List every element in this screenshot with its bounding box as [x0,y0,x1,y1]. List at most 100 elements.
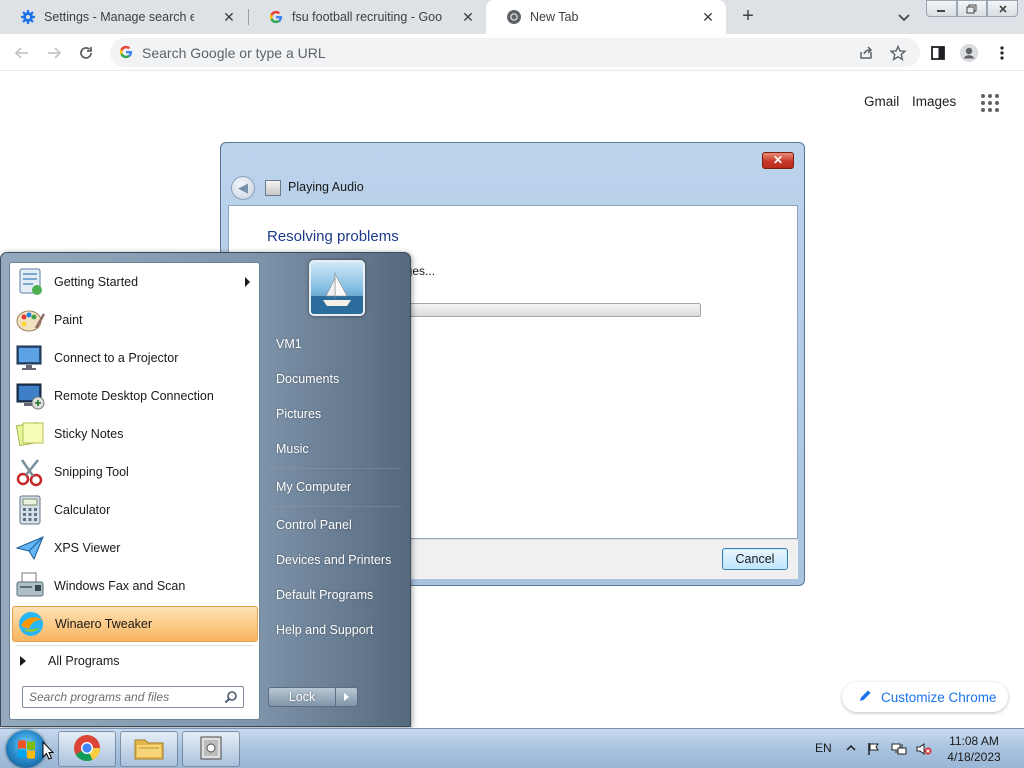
documents-link[interactable]: Documents [276,372,339,386]
shutdown-options-arrow-icon[interactable] [336,687,358,707]
images-link[interactable]: Images [912,94,956,109]
system-clock[interactable]: 11:08 AM 4/18/2023 [940,733,1008,765]
volume-muted-icon[interactable] [916,742,932,756]
taskbar-explorer-button[interactable] [120,731,178,767]
pictures-link[interactable]: Pictures [276,407,321,421]
tab-new-tab[interactable]: New Tab ✕ [486,0,726,34]
address-input[interactable] [142,42,842,63]
lock-button-group: Lock [268,687,358,707]
profile-avatar-icon[interactable] [959,43,979,63]
back-arrow-icon[interactable] [12,43,32,63]
clock-time: 11:08 AM [949,734,999,748]
tab-search-results[interactable]: fsu football recruiting - Google S ✕ [248,0,486,34]
program-label: Windows Fax and Scan [54,579,186,593]
close-tab-icon[interactable]: ✕ [221,9,237,25]
help-support-link[interactable]: Help and Support [276,623,373,637]
program-label: Winaero Tweaker [55,617,153,631]
pencil-icon [858,689,872,706]
program-label: Paint [54,313,83,327]
default-programs-link[interactable]: Default Programs [276,588,373,602]
gear-icon [20,9,36,25]
window-controls [926,0,1019,18]
google-apps-icon[interactable] [981,94,999,112]
google-icon [119,45,135,61]
minimize-button[interactable] [926,0,957,17]
program-getting-started[interactable]: Getting Started [12,264,258,300]
divider [16,645,254,646]
calculator-icon [14,494,46,526]
program-label: XPS Viewer [54,541,121,555]
customize-chrome-button[interactable]: Customize Chrome [842,682,1008,712]
program-label: Snipping Tool [54,465,129,479]
chrome-menu-icon[interactable] [992,43,1012,63]
troubleshooter-icon [265,180,281,196]
lock-button[interactable]: Lock [268,687,336,707]
cancel-button[interactable]: Cancel [722,548,788,570]
xps-viewer-icon [14,532,46,564]
control-panel-link[interactable]: Control Panel [276,518,352,532]
snipping-tool-icon [14,456,46,488]
program-remote-desktop[interactable]: Remote Desktop Connection [12,378,258,414]
program-xps-viewer[interactable]: XPS Viewer [12,530,258,566]
reload-icon[interactable] [76,43,96,63]
program-sticky-notes[interactable]: Sticky Notes [12,416,258,452]
close-tab-icon[interactable]: ✕ [460,9,476,25]
divider [269,468,401,469]
network-icon[interactable] [891,742,907,756]
browser-toolbar [0,34,1024,71]
mouse-cursor-icon [42,740,55,760]
sticky-notes-icon [14,418,46,450]
program-winaero-tweaker[interactable]: Winaero Tweaker [12,606,258,642]
fax-scan-icon [14,570,46,602]
program-label: Calculator [54,503,111,517]
program-connect-projector[interactable]: Connect to a Projector [12,340,258,376]
program-paint[interactable]: Paint [12,302,258,338]
search-icon[interactable] [224,690,238,704]
bookmark-star-icon[interactable] [888,43,908,63]
start-search-box[interactable] [22,686,244,708]
devices-printers-link[interactable]: Devices and Printers [276,553,391,567]
gmail-link[interactable]: Gmail [864,94,899,109]
action-center-flag-icon[interactable] [866,742,882,756]
program-snipping-tool[interactable]: Snipping Tool [12,454,258,490]
omnibox[interactable] [110,38,920,67]
chrome-icon [72,733,102,766]
start-menu: Getting Started Paint Connect to a Proje… [0,252,411,727]
my-computer-link[interactable]: My Computer [276,480,351,494]
close-tab-icon[interactable]: ✕ [700,9,716,25]
start-orb-windows-icon[interactable] [6,730,46,768]
google-icon [268,9,284,25]
restore-button[interactable] [956,0,988,17]
troubleshooter-icon [197,734,225,765]
submenu-arrow-icon [245,277,250,287]
expand-arrow-icon [20,656,26,666]
music-link[interactable]: Music [276,442,309,456]
language-indicator[interactable]: EN [815,741,832,755]
back-arrow-icon[interactable]: ◀ [231,176,255,200]
tab-settings[interactable]: Settings - Manage search engine ✕ [0,0,247,34]
dialog-title: Playing Audio [288,180,364,194]
user-account-picture[interactable] [309,260,365,316]
customize-chrome-label: Customize Chrome [881,689,997,705]
taskbar-troubleshooter-button[interactable] [182,731,240,767]
search-input[interactable] [29,689,219,705]
program-calculator[interactable]: Calculator [12,492,258,528]
program-label: Getting Started [54,275,139,289]
share-icon[interactable] [856,43,876,63]
chrome-icon [506,9,522,25]
dialog-heading: Resolving problems [267,228,399,245]
getting-started-icon [14,266,46,298]
new-tab-button[interactable]: + [738,6,758,27]
program-fax-scan[interactable]: Windows Fax and Scan [12,568,258,604]
tab-strip: Settings - Manage search engine ✕ fsu fo… [0,0,1024,34]
all-programs-label: All Programs [48,654,120,668]
all-programs-item[interactable]: All Programs [12,651,258,671]
show-hidden-icons-icon[interactable] [845,742,861,756]
dialog-close-button[interactable]: ✕ [762,152,794,169]
window-close-button[interactable] [987,0,1019,17]
side-panel-icon[interactable] [928,43,948,63]
tab-search-chevron-icon[interactable] [896,9,912,25]
user-folder-link[interactable]: VM1 [276,337,302,351]
taskbar-chrome-button[interactable] [58,731,116,767]
forward-arrow-icon[interactable] [44,43,64,63]
